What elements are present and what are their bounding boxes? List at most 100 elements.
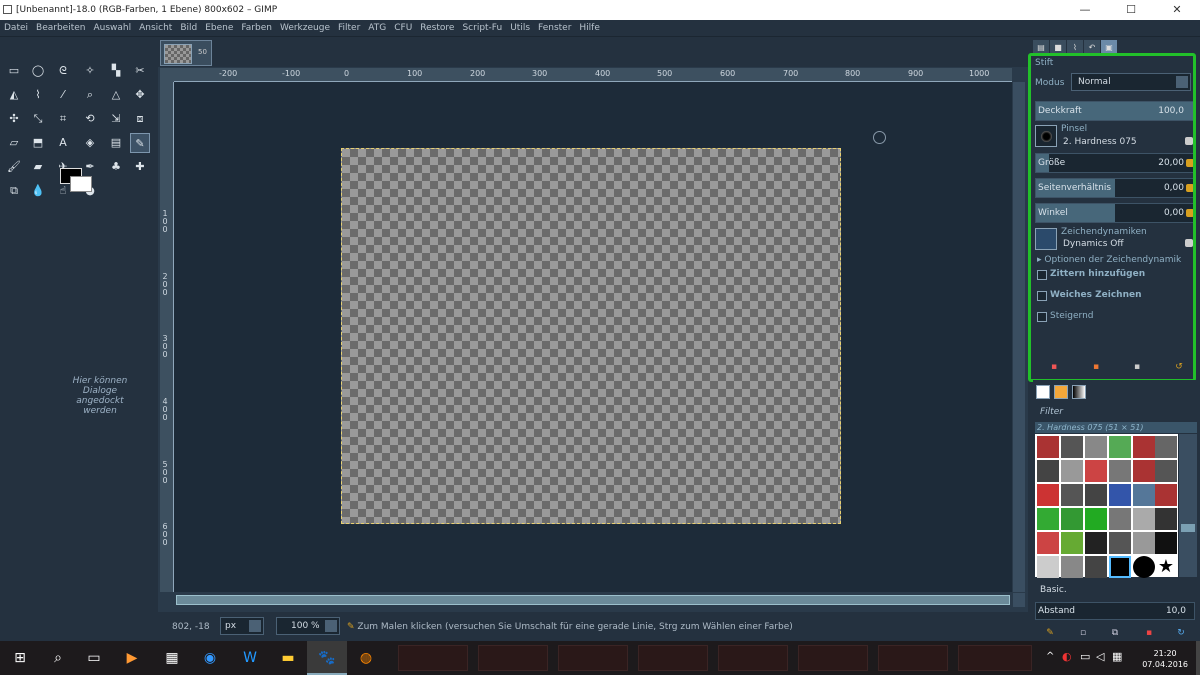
horizontal-ruler[interactable]: -200 -100 0 100 200 300 400 500 600 700 … <box>174 68 1012 82</box>
brush-grid[interactable]: ★ <box>1035 434 1178 578</box>
edit-brush-icon[interactable]: ✎ <box>1045 628 1055 638</box>
brush-scrollbar[interactable] <box>1179 434 1197 577</box>
calculator-icon[interactable]: ▦ <box>152 641 192 675</box>
taskbar-tile[interactable] <box>558 645 628 671</box>
brush-thumbnail[interactable] <box>1061 508 1083 530</box>
brush-thumbnail[interactable] <box>1155 436 1177 458</box>
taskbar-tile[interactable] <box>958 645 1032 671</box>
color-select-icon[interactable]: ▚ <box>106 61 126 81</box>
brush-thumbnail[interactable] <box>1085 508 1107 530</box>
brush-thumbnail[interactable] <box>1037 460 1059 482</box>
word-icon[interactable]: W <box>230 641 270 675</box>
menu-filter[interactable]: Filter <box>334 20 364 37</box>
brush-thumbnail[interactable] <box>1133 484 1155 506</box>
delete-brush-icon[interactable]: ▪ <box>1144 628 1154 638</box>
brush-thumbnail[interactable] <box>1133 436 1155 458</box>
task-view-icon[interactable]: ▭ <box>74 641 114 675</box>
brush-thumbnail[interactable] <box>1133 556 1155 578</box>
brush-thumbnail[interactable] <box>1061 556 1083 578</box>
brush-thumbnail[interactable] <box>1109 436 1131 458</box>
background-color-swatch[interactable] <box>70 176 92 192</box>
firefox-icon[interactable]: ◍ <box>346 641 386 675</box>
scrollbar-thumb[interactable] <box>176 595 1010 605</box>
file-explorer-icon[interactable]: ▬ <box>268 641 308 675</box>
vertical-scrollbar[interactable] <box>1013 82 1025 592</box>
search-icon[interactable]: ⌕ <box>38 641 78 675</box>
brush-thumbnail[interactable] <box>1061 460 1083 482</box>
menu-utils[interactable]: Utils <box>506 20 534 37</box>
brush-thumbnail[interactable] <box>1085 436 1107 458</box>
taskbar-tile[interactable] <box>478 645 548 671</box>
scissors-icon[interactable]: ✂ <box>130 61 150 81</box>
new-brush-icon[interactable]: ▫ <box>1078 628 1088 638</box>
brush-thumbnail[interactable] <box>1037 484 1059 506</box>
brush-thumbnail[interactable] <box>1133 532 1155 554</box>
lasso-icon[interactable]: ᘓ <box>53 61 73 81</box>
scrollbar-thumb[interactable] <box>1181 524 1195 532</box>
menu-fenster[interactable]: Fenster <box>534 20 575 37</box>
menu-werkzeuge[interactable]: Werkzeuge <box>276 20 334 37</box>
zoom-select[interactable]: 100 % <box>276 617 340 635</box>
shear-icon[interactable]: ⧈ <box>130 109 150 129</box>
image-tab[interactable]: 50 <box>160 40 212 66</box>
ruler-corner-button[interactable] <box>160 68 174 82</box>
foreground-select-icon[interactable]: ◭ <box>4 85 24 105</box>
menu-auswahl[interactable]: Auswahl <box>89 20 135 37</box>
brush-thumbnail[interactable] <box>1037 436 1059 458</box>
taskbar-tile[interactable] <box>638 645 708 671</box>
rotate-icon[interactable]: ⟲ <box>80 109 100 129</box>
brush-thumbnail[interactable] <box>1155 460 1177 482</box>
menu-hilfe[interactable]: Hilfe <box>575 20 603 37</box>
patterns-tab-icon[interactable] <box>1054 385 1068 399</box>
thunderbird-icon[interactable]: ◉ <box>190 641 230 675</box>
show-desktop-button[interactable] <box>1196 641 1200 675</box>
brush-thumbnail-selected[interactable] <box>1109 556 1131 578</box>
clock[interactable]: 21:20 07.04.2016 <box>1142 648 1188 670</box>
brush-thumbnail[interactable] <box>1061 436 1083 458</box>
menu-atg[interactable]: ATG <box>364 20 390 37</box>
menu-ebene[interactable]: Ebene <box>201 20 237 37</box>
brush-thumbnail[interactable] <box>1109 508 1131 530</box>
brush-thumbnail[interactable] <box>1109 484 1131 506</box>
spacing-slider[interactable]: Abstand 10,0 <box>1035 602 1195 620</box>
eraser-icon[interactable]: ▰ <box>28 157 48 177</box>
brush-thumbnail[interactable] <box>1061 484 1083 506</box>
blur-icon[interactable]: 💧 <box>28 181 48 201</box>
keyboard-icon[interactable]: ▦ <box>1112 650 1122 663</box>
bucket-fill-icon[interactable]: ◈ <box>80 133 100 153</box>
color-picker-icon[interactable]: ⁄ <box>53 85 73 105</box>
paintbrush-icon[interactable]: 🖌 <box>4 157 24 177</box>
brush-thumbnail[interactable] <box>1061 532 1083 554</box>
brush-thumbnail[interactable] <box>1037 532 1059 554</box>
clone-icon[interactable]: ♣ <box>106 157 126 177</box>
star-icon[interactable]: ★ <box>1155 556 1177 578</box>
brush-thumbnail[interactable] <box>1109 532 1131 554</box>
close-button[interactable]: ✕ <box>1154 0 1200 20</box>
gradient-icon[interactable]: ▤ <box>106 133 126 153</box>
move-icon[interactable]: ✥ <box>130 85 150 105</box>
menu-restore[interactable]: Restore <box>416 20 458 37</box>
menu-cfu[interactable]: CFU <box>390 20 416 37</box>
taskbar-tile[interactable] <box>718 645 788 671</box>
perspective-clone-icon[interactable]: ⧉ <box>4 181 24 201</box>
rect-select-icon[interactable]: ▭ <box>4 61 24 81</box>
menu-bild[interactable]: Bild <box>176 20 201 37</box>
brush-thumbnail[interactable] <box>1085 484 1107 506</box>
volume-icon[interactable]: ◁ <box>1096 650 1104 663</box>
brush-thumbnail[interactable] <box>1037 508 1059 530</box>
taskbar-tile[interactable] <box>878 645 948 671</box>
windows-start-icon[interactable]: ⊞ <box>0 641 40 675</box>
network-icon[interactable]: ▭ <box>1080 650 1090 663</box>
gimp-taskbar-icon[interactable]: 🐾 <box>307 641 347 675</box>
brush-thumbnail[interactable] <box>1037 556 1059 578</box>
menu-datei[interactable]: Datei <box>0 20 32 37</box>
menu-ansicht[interactable]: Ansicht <box>135 20 176 37</box>
ink-icon[interactable]: ✒ <box>80 157 100 177</box>
refresh-brushes-icon[interactable]: ↻ <box>1176 628 1186 638</box>
canvas-image[interactable] <box>341 148 841 524</box>
brush-thumbnail[interactable] <box>1085 556 1107 578</box>
zoom-icon[interactable]: ⌕ <box>80 85 100 105</box>
duplicate-brush-icon[interactable]: ⧉ <box>1110 628 1120 638</box>
taskbar-tile[interactable] <box>798 645 868 671</box>
perspective-icon[interactable]: ▱ <box>4 133 24 153</box>
